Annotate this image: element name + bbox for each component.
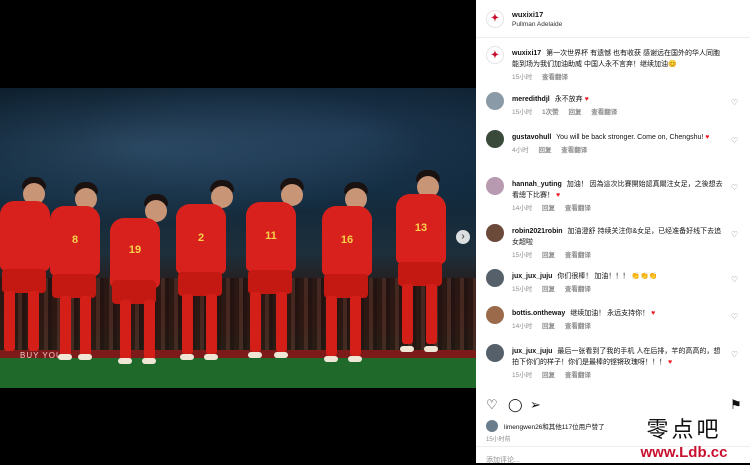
reply-button[interactable]: 回复 (542, 286, 555, 293)
avatar[interactable]: ✦ (486, 46, 504, 64)
comment-username[interactable]: jux_jux_juju (512, 273, 552, 280)
avatar (486, 420, 498, 432)
heart-emoji-icon: ♥ (651, 310, 656, 317)
avatar[interactable] (486, 344, 504, 362)
watermark-text: 零点吧 (646, 418, 722, 443)
comment-text: You will be back stronger. Come on, Chen… (556, 134, 704, 141)
next-photo-button[interactable]: › (456, 230, 470, 244)
reply-button[interactable]: 回复 (542, 372, 555, 379)
comment-likes[interactable]: 1次赞 (542, 109, 559, 116)
team-photo: BUY YOUR 8 19 2 11 16 13 (0, 88, 476, 388)
comment-text: 继续加油！ 永远支持你！ (570, 310, 650, 317)
heart-emoji-icon: ♥ (555, 192, 561, 199)
likes-text: limengwen26和其他117位用户赞了 (504, 424, 605, 431)
translate-link[interactable]: 查看翻译 (591, 109, 617, 116)
avatar[interactable] (486, 224, 504, 242)
jersey-number: 16 (340, 234, 354, 246)
jersey-number: 11 (265, 230, 277, 242)
comment-bubble-icon[interactable]: ◯ (508, 397, 523, 413)
post-modal: BUY YOUR 8 19 2 11 16 13 › ✦ wuxixi17 Pu… (0, 0, 750, 465)
reply-button[interactable]: 回复 (542, 205, 555, 212)
add-comment-input[interactable]: 添加评论... (486, 455, 520, 465)
avatar[interactable] (486, 130, 504, 148)
post-header: ✦ wuxixi17 Pullman Adelaide (476, 0, 750, 38)
pitch (0, 358, 476, 388)
comment-username[interactable]: hannah_yuting (512, 181, 562, 188)
comment-time: 14小时 (512, 205, 533, 212)
reply-button[interactable]: 回复 (568, 109, 581, 116)
like-comment-heart-icon[interactable]: ♡ (731, 350, 738, 359)
like-comment-heart-icon[interactable]: ♡ (731, 312, 738, 321)
heart-emoji-icon: ♥ (584, 96, 589, 103)
translate-link[interactable]: 查看翻译 (565, 205, 591, 212)
comment-time: 15小时 (512, 252, 533, 259)
translate-link[interactable]: 查看翻译 (561, 147, 587, 154)
avatar[interactable] (486, 177, 504, 195)
like-comment-heart-icon[interactable]: ♡ (731, 230, 738, 239)
reply-button[interactable]: 回复 (542, 252, 555, 259)
comment-username[interactable]: meredithdjl (512, 96, 550, 103)
comment-time: 4小时 (512, 147, 529, 154)
jersey-number: 19 (128, 244, 142, 256)
like-comment-heart-icon[interactable]: ♡ (731, 275, 738, 284)
caption-time: 15小时 (512, 74, 533, 81)
share-paper-plane-icon[interactable]: ➢ (530, 397, 541, 413)
translate-link[interactable]: 查看翻译 (565, 252, 591, 259)
like-heart-icon[interactable]: ♡ (486, 397, 498, 413)
comment-username[interactable]: robin2021robin (512, 228, 563, 235)
caption-text: 第一次世界杯 有遗憾 也有收获 感谢远在国外的华人同胞能到场为我们加油助威 中国… (512, 50, 720, 68)
avatar[interactable] (486, 92, 504, 110)
comment-time: 15小时 (512, 372, 533, 379)
comment-time: 15小时 (512, 109, 533, 116)
comment-list: ✦ wuxixi17 第一次世界杯 有遗憾 也有收获 感谢远在国外的华人同胞能到… (476, 40, 750, 392)
comment-text: 永不放弃 (554, 96, 583, 103)
post-media: BUY YOUR 8 19 2 11 16 13 › (0, 0, 476, 463)
comment-username[interactable]: jux_jux_juju (512, 348, 552, 355)
translate-link[interactable]: 查看翻译 (565, 286, 591, 293)
comment-time: 14小时 (512, 323, 533, 330)
save-bookmark-icon[interactable]: ⚑ (730, 397, 742, 413)
watermark: 零点吧 www.Ldb.cc (622, 412, 746, 461)
translate-link[interactable]: 查看翻译 (565, 323, 591, 330)
jersey-number: 8 (71, 234, 79, 246)
heart-emoji-icon: ♥ (667, 359, 673, 366)
post-username[interactable]: wuxixi17 (512, 10, 562, 19)
heart-emoji-icon: ♥ (705, 134, 710, 141)
comment-username[interactable]: gustavohull (512, 134, 551, 141)
jersey-number: 13 (414, 222, 428, 234)
avatar[interactable] (486, 269, 504, 287)
reply-button[interactable]: 回复 (538, 147, 551, 154)
avatar[interactable]: ✦ (486, 9, 504, 28)
comment-text: 你们很棒！ 加油！！！ (557, 273, 630, 280)
translate-link[interactable]: 查看翻译 (542, 74, 568, 81)
watermark-url: www.Ldb.cc (640, 444, 728, 461)
translate-link[interactable]: 查看翻译 (565, 372, 591, 379)
like-comment-heart-icon[interactable]: ♡ (731, 136, 738, 145)
like-comment-heart-icon[interactable]: ♡ (731, 98, 738, 107)
clap-emoji-icon: 👏👏👏 (631, 273, 658, 280)
post-location[interactable]: Pullman Adelaide (512, 21, 562, 28)
like-comment-heart-icon[interactable]: ♡ (731, 183, 738, 192)
reply-button[interactable]: 回复 (542, 323, 555, 330)
jersey-number: 2 (197, 232, 205, 244)
comments-panel: ✦ wuxixi17 Pullman Adelaide ✦ wuxixi17 第… (476, 0, 750, 465)
caption-username[interactable]: wuxixi17 (512, 50, 541, 57)
comment-username[interactable]: bottis.ontheway (512, 310, 565, 317)
post-time: 15小时前 (486, 437, 511, 443)
likes-summary[interactable]: limengwen26和其他117位用户赞了 (486, 420, 605, 432)
avatar[interactable] (486, 306, 504, 324)
comment-time: 15小时 (512, 286, 533, 293)
